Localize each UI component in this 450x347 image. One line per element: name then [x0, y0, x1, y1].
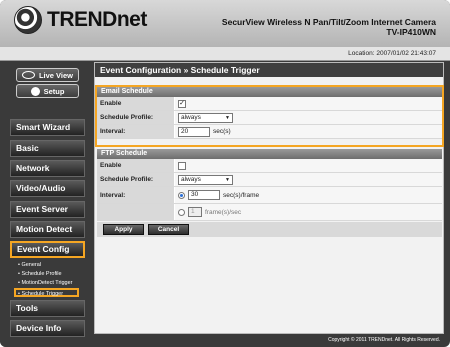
ftp-profile-row: Schedule Profile: always ▼: [97, 173, 442, 187]
submenu-item-schedule-profile[interactable]: • Schedule Profile: [18, 270, 79, 279]
ftp-interval-radio[interactable]: [178, 191, 185, 199]
ftp-frame-label-cell: [97, 204, 175, 220]
ftp-profile-value: always: [181, 175, 201, 183]
sidebar-item-video-audio[interactable]: Video/Audio: [10, 180, 85, 197]
ftp-interval-row: Interval: 30 sec(s)/frame: [97, 187, 442, 204]
email-section-highlight: [95, 85, 444, 147]
ftp-schedule-section: FTP Schedule Enable Schedule Profile: al…: [97, 149, 442, 221]
ftp-enable-checkbox[interactable]: [178, 161, 186, 170]
submenu-item-schedule-trigger[interactable]: • Schedule Trigger: [14, 288, 79, 297]
footer-copyright: Copyright © 2011 TRENDnet. All Rights Re…: [328, 337, 440, 343]
product-title: SecurView Wireless N Pan/Tilt/Zoom Inter…: [222, 17, 436, 37]
brand-logo: TRENDnet: [14, 6, 147, 34]
ftp-interval-label: Interval:: [97, 187, 175, 203]
location-label: Location:: [348, 50, 375, 57]
sidebar-item-event-config[interactable]: Event Config: [10, 241, 85, 258]
ftp-frame-unit: frame(s)/sec: [205, 208, 242, 216]
ftp-enable-row: Enable: [97, 159, 442, 173]
ftp-interval-unit: sec(s)/frame: [223, 191, 260, 199]
brand-name: TRENDnet: [47, 8, 147, 31]
apply-button[interactable]: Apply: [103, 224, 144, 235]
live-view-button[interactable]: Live View: [16, 68, 79, 82]
ftp-profile-select[interactable]: always ▼: [178, 174, 233, 185]
ftp-enable-label: Enable: [97, 159, 175, 172]
live-view-label: Live View: [38, 70, 74, 80]
setup-label: Setup: [43, 86, 65, 96]
sidebar-item-motion-detect[interactable]: Motion Detect: [10, 221, 85, 238]
ftp-profile-label: Schedule Profile:: [97, 173, 175, 186]
trendnet-logo-icon: [14, 6, 42, 34]
cancel-button[interactable]: Cancel: [148, 224, 189, 235]
gear-icon: [30, 86, 40, 96]
ftp-frame-radio[interactable]: [178, 208, 185, 216]
main-content: Event Configuration » Schedule Trigger E…: [94, 62, 444, 334]
page-title: Event Configuration » Schedule Trigger: [95, 63, 443, 77]
sidebar: Live View Setup Smart Wizard Basic Netwo…: [0, 62, 94, 347]
radio-selected-dot: [180, 193, 183, 197]
location-time: 2007/01/02 21:43:07: [376, 50, 436, 57]
product-name: SecurView Wireless N Pan/Tilt/Zoom Inter…: [221, 17, 436, 27]
sidebar-item-basic[interactable]: Basic: [10, 140, 85, 157]
ftp-schedule-heading: FTP Schedule: [97, 149, 442, 159]
setup-button[interactable]: Setup: [16, 84, 79, 98]
ftp-frame-select[interactable]: 1: [188, 207, 202, 217]
ftp-interval-input[interactable]: 30: [188, 190, 220, 200]
product-model: TV-IP410WN: [386, 27, 436, 37]
location-readout: Location: 2007/01/02 21:43:07: [348, 50, 436, 57]
chevron-down-icon: ▼: [225, 176, 230, 183]
location-bar: Location: 2007/01/02 21:43:07: [0, 47, 450, 61]
event-config-submenu: • General • Schedule Profile • MotionDet…: [14, 261, 79, 297]
sidebar-item-smart-wizard[interactable]: Smart Wizard: [10, 119, 85, 136]
sidebar-item-network[interactable]: Network: [10, 160, 85, 177]
sidebar-item-device-info[interactable]: Device Info: [10, 320, 85, 337]
submenu-item-general[interactable]: • General: [18, 261, 79, 270]
eye-icon: [21, 71, 35, 79]
ftp-frame-row: 1 frame(s)/sec: [97, 204, 442, 221]
header: TRENDnet SecurView Wireless N Pan/Tilt/Z…: [0, 0, 450, 47]
sidebar-item-event-server[interactable]: Event Server: [10, 201, 85, 218]
app-frame: TRENDnet SecurView Wireless N Pan/Tilt/Z…: [0, 0, 450, 347]
sidebar-item-tools[interactable]: Tools: [10, 300, 85, 317]
submenu-item-motiondetect-trigger[interactable]: • MotionDetect Trigger: [18, 279, 79, 288]
action-bar: Apply Cancel: [97, 222, 442, 237]
